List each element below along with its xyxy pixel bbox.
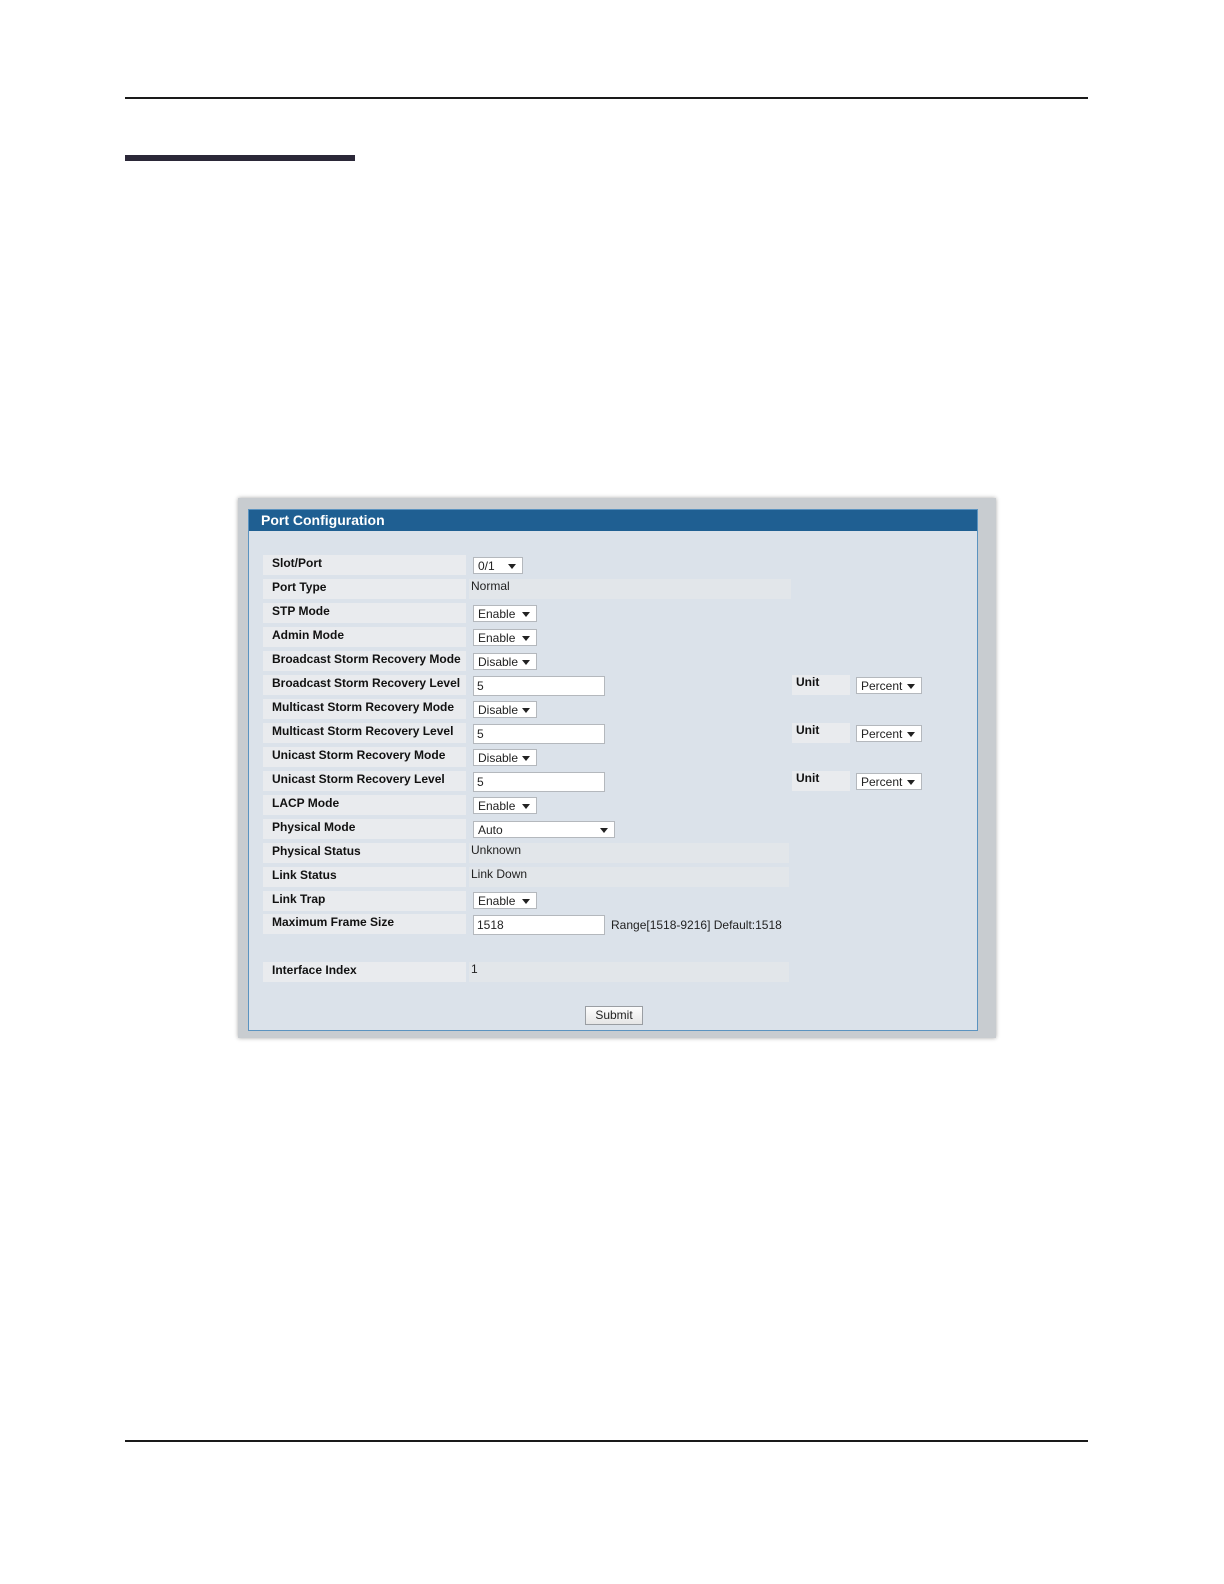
- page-header-rule: [125, 97, 1088, 99]
- chevron-down-icon: [907, 780, 915, 785]
- multicast-unit-value: Percent: [861, 727, 903, 741]
- multicast-mode-label: Multicast Storm Recovery Mode: [263, 699, 466, 719]
- admin-mode-value: Enable: [478, 631, 516, 645]
- broadcast-unit-value: Percent: [861, 679, 903, 693]
- chevron-down-icon: [600, 828, 608, 833]
- multicast-level-label: Multicast Storm Recovery Level: [263, 723, 466, 743]
- link-status-label: Link Status: [263, 867, 466, 887]
- screenshot-frame: Port Configuration Slot/Port 0/1 Port Ty…: [238, 498, 996, 1038]
- broadcast-level-label: Broadcast Storm Recovery Level: [263, 675, 466, 695]
- max-frame-size-input[interactable]: [473, 915, 605, 935]
- submit-button[interactable]: Submit: [585, 1006, 643, 1025]
- unicast-mode-select[interactable]: Disable: [473, 749, 537, 766]
- port-type-value: Normal: [469, 579, 791, 599]
- link-status-value: Link Down: [469, 867, 789, 887]
- link-trap-value: Enable: [478, 894, 516, 908]
- link-trap-select[interactable]: Enable: [473, 892, 537, 909]
- port-type-label: Port Type: [263, 579, 466, 599]
- multicast-level-input[interactable]: [473, 724, 605, 744]
- port-configuration-panel: Port Configuration Slot/Port 0/1 Port Ty…: [248, 509, 978, 1031]
- broadcast-level-input[interactable]: [473, 676, 605, 696]
- broadcast-mode-label: Broadcast Storm Recovery Mode: [263, 651, 466, 671]
- page-footer-rule: [125, 1440, 1088, 1442]
- chevron-down-icon: [522, 899, 530, 904]
- interface-index-value: 1: [469, 962, 789, 982]
- multicast-unit-select[interactable]: Percent: [856, 725, 922, 742]
- multicast-mode-value: Disable: [478, 703, 519, 717]
- chevron-down-icon: [522, 804, 530, 809]
- unicast-mode-label: Unicast Storm Recovery Mode: [263, 747, 466, 767]
- slot-port-select[interactable]: 0/1: [473, 557, 523, 574]
- stp-mode-label: STP Mode: [263, 603, 466, 623]
- chevron-down-icon: [522, 660, 530, 665]
- admin-mode-label: Admin Mode: [263, 627, 466, 647]
- physical-status-value: Unknown: [469, 843, 789, 863]
- unicast-unit-label: Unit: [792, 771, 850, 791]
- admin-mode-select[interactable]: Enable: [473, 629, 537, 646]
- unicast-unit-value: Percent: [861, 775, 903, 789]
- multicast-unit-label: Unit: [792, 723, 850, 743]
- unicast-level-label: Unicast Storm Recovery Level: [263, 771, 466, 791]
- slot-port-label: Slot/Port: [263, 555, 466, 575]
- max-frame-size-range-hint: Range[1518-9216] Default:1518: [611, 918, 782, 932]
- broadcast-unit-select[interactable]: Percent: [856, 677, 922, 694]
- chevron-down-icon: [907, 684, 915, 689]
- physical-mode-label: Physical Mode: [263, 819, 466, 839]
- multicast-mode-select[interactable]: Disable: [473, 701, 537, 718]
- broadcast-unit-label: Unit: [792, 675, 850, 695]
- lacp-mode-label: LACP Mode: [263, 795, 466, 815]
- section-heading-bar: [125, 155, 355, 161]
- lacp-mode-value: Enable: [478, 799, 516, 813]
- unicast-level-input[interactable]: [473, 772, 605, 792]
- max-frame-size-label: Maximum Frame Size: [263, 914, 466, 934]
- broadcast-mode-select[interactable]: Disable: [473, 653, 537, 670]
- link-trap-label: Link Trap: [263, 891, 466, 911]
- interface-index-label: Interface Index: [263, 962, 466, 982]
- slot-port-value: 0/1: [478, 559, 495, 573]
- lacp-mode-select[interactable]: Enable: [473, 797, 537, 814]
- chevron-down-icon: [522, 612, 530, 617]
- physical-mode-select[interactable]: Auto: [473, 821, 615, 838]
- chevron-down-icon: [522, 636, 530, 641]
- unicast-unit-select[interactable]: Percent: [856, 773, 922, 790]
- broadcast-mode-value: Disable: [478, 655, 519, 669]
- chevron-down-icon: [907, 732, 915, 737]
- stp-mode-select[interactable]: Enable: [473, 605, 537, 622]
- physical-mode-value: Auto: [478, 823, 503, 837]
- chevron-down-icon: [522, 708, 530, 713]
- physical-status-label: Physical Status: [263, 843, 466, 863]
- unicast-mode-value: Disable: [478, 751, 519, 765]
- chevron-down-icon: [508, 564, 516, 569]
- panel-title: Port Configuration: [249, 510, 977, 531]
- chevron-down-icon: [522, 756, 530, 761]
- stp-mode-value: Enable: [478, 607, 516, 621]
